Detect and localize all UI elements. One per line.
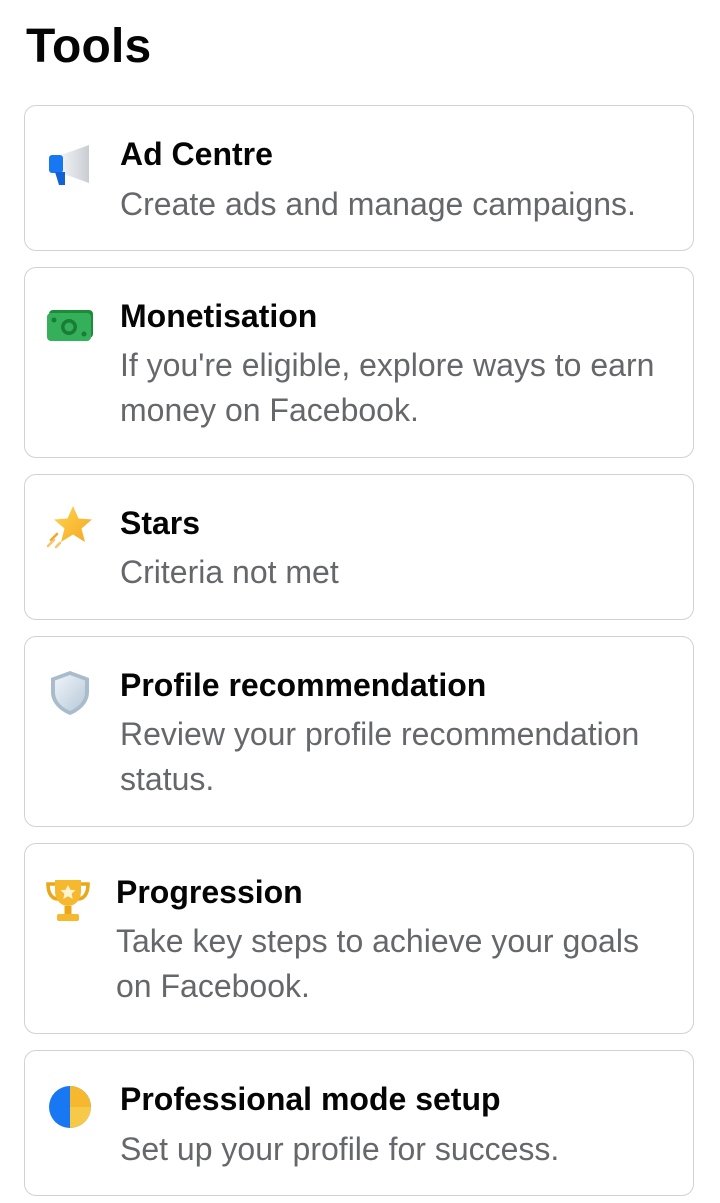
tool-title: Monetisation [120,298,318,334]
tool-card-ad-centre[interactable]: Ad Centre Create ads and manage campaign… [24,105,694,251]
page-title: Tools [26,20,152,73]
tool-description: Create ads and manage campaigns. [120,186,636,222]
tool-title: Stars [120,505,201,541]
pie-chart-icon [45,1081,95,1131]
tool-description: If you're eligible, explore ways to earn… [120,347,655,428]
tool-card-professional-mode-setup[interactable]: Professional mode setup Set up your prof… [24,1050,694,1196]
tool-title: Ad Centre [120,136,273,172]
tool-card-stars[interactable]: Stars Criteria not met [24,474,694,620]
tool-description: Take key steps to achieve your goals on … [116,923,639,1004]
tool-title: Progression [116,874,303,910]
money-icon [45,298,95,348]
tool-description: Review your profile recommendation statu… [120,716,640,797]
star-icon [45,502,95,552]
tool-card-monetisation[interactable]: Monetisation If you're eligible, explore… [24,267,694,458]
trophy-icon [43,875,93,925]
tool-card-profile-recommendation[interactable]: Profile recommendation Review your profi… [24,636,694,827]
tool-description: Criteria not met [120,554,339,590]
tool-title: Professional mode setup [120,1081,501,1117]
shield-icon [45,667,95,717]
tool-description: Set up your profile for success. [120,1131,560,1167]
tool-title: Profile recommendation [120,667,487,703]
tool-card-progression[interactable]: Progression Take key steps to achieve yo… [24,843,694,1034]
megaphone-icon [45,139,95,189]
